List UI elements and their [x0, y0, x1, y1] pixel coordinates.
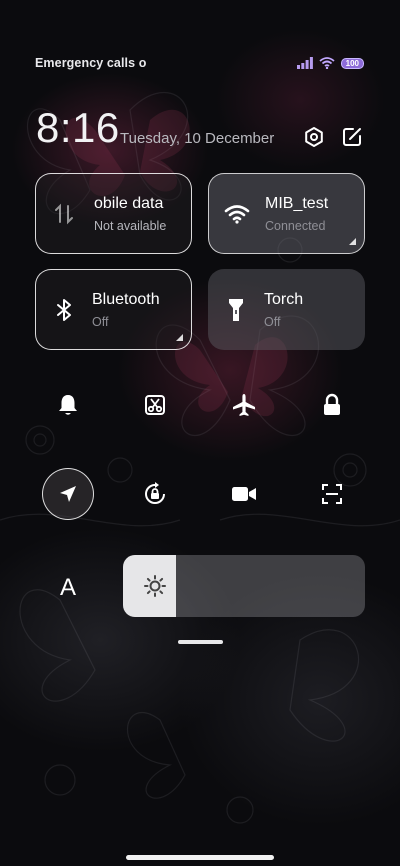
lock-icon: [324, 393, 340, 415]
rotation-lock-toggle[interactable]: [129, 468, 181, 520]
wifi-expand-indicator[interactable]: [349, 238, 356, 245]
bell-icon: [59, 395, 77, 415]
bluetooth-status: Off: [92, 314, 109, 329]
wifi-network-name: MIB_test: [265, 194, 329, 212]
signal-icon: [296, 57, 313, 69]
panel-drag-handle[interactable]: [178, 640, 223, 644]
mobile-data-status: Not available: [94, 218, 167, 233]
airplane-icon: [233, 394, 255, 416]
home-indicator[interactable]: [126, 855, 274, 860]
torch-tile[interactable]: Torch Off: [208, 269, 365, 350]
screenshot-icon: [145, 395, 165, 415]
wifi-tile[interactable]: MIB_test Connected: [208, 173, 365, 254]
sound-toggle[interactable]: [42, 379, 94, 431]
mobile-data-icon-wrap: [36, 202, 92, 226]
bluetooth-icon: [57, 298, 71, 321]
mobile-data-label: obile data: [94, 194, 164, 212]
torch-label: Torch: [264, 290, 304, 308]
torch-icon-wrap: [208, 297, 264, 323]
battery-indicator: 100: [340, 57, 364, 69]
wifi-icon-wrap: [209, 204, 265, 224]
status-bar: Emergency calls o 100: [35, 54, 364, 72]
edit-icon: [343, 128, 361, 146]
edit-button[interactable]: [339, 124, 365, 150]
screen-record-toggle[interactable]: [218, 468, 270, 520]
location-icon: [60, 486, 76, 502]
lock-toggle[interactable]: [306, 379, 358, 431]
mobile-data-icon: [55, 203, 73, 224]
bluetooth-tile[interactable]: Bluetooth Off: [35, 269, 192, 350]
wifi-icon: [224, 204, 250, 224]
screenshot-toggle[interactable]: [129, 379, 181, 431]
clock: 8:16: [36, 104, 120, 151]
wifi-status: Connected: [265, 218, 326, 233]
torch-icon: [229, 298, 243, 321]
bluetooth-icon-wrap: [36, 298, 92, 322]
settings-button[interactable]: [301, 124, 327, 150]
sun-icon: [144, 575, 166, 597]
font-size-button[interactable]: A: [48, 568, 88, 608]
status-icons: 100: [296, 57, 364, 69]
bluetooth-label: Bluetooth: [92, 290, 160, 308]
bluetooth-expand-indicator[interactable]: [176, 334, 183, 341]
brightness-slider[interactable]: [123, 555, 365, 617]
mobile-data-tile[interactable]: obile data Not available: [35, 173, 192, 254]
scanner-toggle[interactable]: [306, 468, 358, 520]
location-toggle[interactable]: [42, 468, 94, 520]
scan-icon: [322, 484, 342, 504]
torch-status: Off: [264, 314, 281, 329]
wifi-status-icon: [319, 57, 335, 69]
carrier-text: Emergency calls o: [35, 56, 147, 70]
gear-icon: [305, 127, 323, 147]
rotation-lock-icon: [145, 482, 165, 504]
airplane-toggle[interactable]: [218, 379, 270, 431]
date: Tuesday, 10 December: [120, 130, 275, 147]
video-icon: [232, 487, 256, 501]
